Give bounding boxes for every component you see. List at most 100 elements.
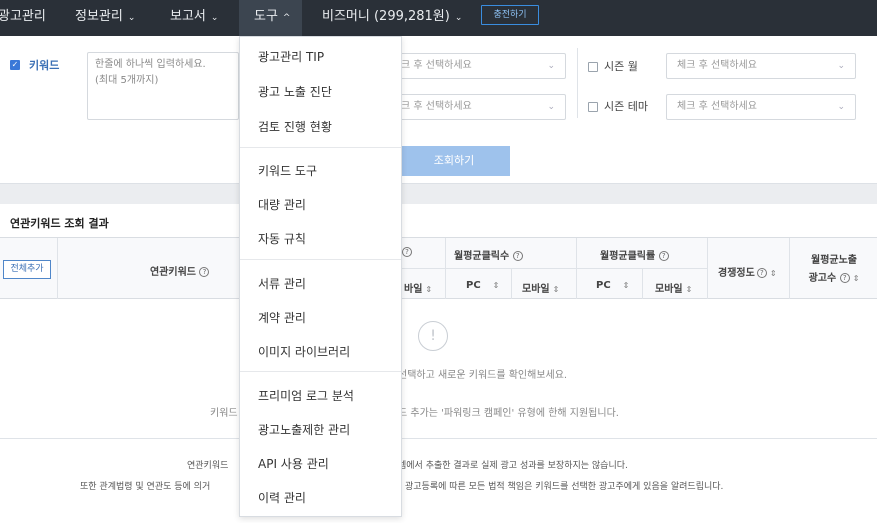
menu-item-review-status[interactable]: 검토 진행 현황	[258, 118, 332, 135]
header-ctr-mobile[interactable]: 모바일 ⇕	[655, 280, 692, 295]
nav-label: 도구	[254, 9, 278, 24]
header-label: PC	[596, 280, 611, 291]
footer-line1-right: 템에서 추출한 결과로 실제 광고 성과를 보장하지는 않습니다.	[398, 461, 628, 471]
header-competition[interactable]: 경쟁정도? ⇕	[718, 264, 777, 279]
help-icon[interactable]: ?	[756, 268, 767, 278]
business-select[interactable]: 크 후 선택하세요 ⌄	[390, 94, 566, 120]
help-icon[interactable]: ?	[512, 251, 523, 261]
menu-item-auto-rules[interactable]: 자동 규칙	[258, 230, 306, 247]
top-nav: 광고관리 정보관리 ⌄ 보고서 ⌄ 도구 ^ 비즈머니 (299,281원) ⌄ 충전하…	[0, 0, 877, 36]
nav-reports[interactable]: 보고서 ⌄	[170, 0, 218, 36]
header-label: 경쟁정도	[718, 268, 755, 279]
divider	[642, 268, 643, 299]
menu-divider	[240, 371, 401, 372]
footer-line2-left: 또한 관계법령 및 연관도 등에 의거	[80, 482, 211, 492]
header-label: 월평균클릭률	[600, 251, 656, 262]
nav-label: 정보관리	[75, 9, 123, 24]
menu-item-contract-management[interactable]: 계약 관리	[258, 309, 306, 326]
nav-label: 비즈머니 (299,281원)	[322, 9, 450, 24]
footer-line1-left: 연관키워드	[187, 461, 229, 471]
header-label: 광고수	[808, 273, 837, 284]
select-value: 크 후 선택하세요	[401, 101, 472, 112]
menu-item-document-management[interactable]: 서류 관리	[258, 275, 306, 292]
header-label: 월평균클릭수	[454, 251, 510, 262]
header-ctr-pc[interactable]: PC ⇕	[596, 280, 629, 291]
help-icon[interactable]: ?	[199, 267, 210, 277]
divider	[707, 238, 708, 299]
textarea-placeholder: 한줄에 하나씩 입력하세요.	[95, 59, 206, 70]
sort-icon: ⇕	[852, 274, 860, 283]
menu-item-exposure-restriction[interactable]: 광고노출제한 관리	[258, 421, 350, 438]
header-keyword: 연관키워드 ?	[150, 263, 210, 278]
header-label: 연관키워드	[150, 267, 196, 278]
header-label: 모바일	[522, 284, 550, 295]
menu-item-bulk-management[interactable]: 대량 관리	[258, 196, 306, 213]
season-theme-checkbox[interactable]	[588, 102, 598, 112]
header-clicks: 월평균클릭수 ?	[454, 247, 523, 262]
header-label: 모바일	[655, 284, 683, 295]
keyword-label: 키워드	[29, 59, 60, 72]
help-icon[interactable]: ?	[658, 251, 669, 261]
chevron-down-icon: ⌄	[454, 13, 463, 23]
empty-message: 선택하고 새로운 키워드를 확인해보세요.	[398, 370, 568, 381]
results-table-header: 연관키워드 ? ? 바일 ⇕ 월평균클릭수 ? PC ⇕ 모바일 ⇕ 월평균클릭률 ?…	[0, 237, 877, 299]
header-clicks-pc[interactable]: PC ⇕	[466, 280, 499, 291]
divider	[511, 268, 512, 299]
sort-icon: ⇕	[492, 281, 500, 290]
info-icon: !	[418, 321, 448, 351]
search-button[interactable]: 조회하기	[398, 146, 510, 176]
menu-divider	[240, 147, 401, 148]
nav-label: 광고관리	[0, 9, 46, 24]
chevron-down-icon: ⌄	[837, 102, 845, 112]
header-label: 월평균노출	[811, 255, 857, 266]
help-icon[interactable]: ?	[839, 273, 850, 283]
menu-item-premium-log-analysis[interactable]: 프리미엄 로그 분석	[258, 387, 354, 404]
menu-item-history-management[interactable]: 이력 관리	[258, 489, 306, 506]
keyword-textarea[interactable]: 한줄에 하나씩 입력하세요. (최대 5개까지)	[87, 52, 239, 120]
section-gap	[0, 185, 877, 203]
season-month-select[interactable]: 체크 후 선택하세요 ⌄	[666, 53, 856, 79]
menu-item-api-management[interactable]: API 사용 관리	[258, 455, 329, 472]
add-all-button[interactable]: 전체추가	[3, 260, 51, 279]
header-ctr: 월평균클릭률 ?	[600, 247, 669, 262]
empty-note-left: 키워드	[210, 408, 238, 419]
results-title: 연관키워드 조회 결과	[10, 217, 109, 230]
help-icon[interactable]: ?	[402, 247, 412, 257]
chevron-down-icon: ⌄	[127, 13, 136, 23]
website-select[interactable]: 크 후 선택하세요 ⌄	[390, 53, 566, 79]
select-value: 크 후 선택하세요	[401, 60, 472, 71]
nav-ad-management[interactable]: 광고관리	[0, 0, 50, 36]
season-month-label: 시즌 월	[604, 60, 638, 73]
results-section: 연관키워드 조회 결과 연관키워드 ? ? 바일 ⇕ 월평균클릭수 ? PC ⇕ 모…	[0, 204, 877, 438]
menu-item-ad-tip[interactable]: 광고관리 TIP	[258, 48, 324, 65]
season-month-checkbox[interactable]	[588, 62, 598, 72]
chevron-down-icon: ⌄	[547, 102, 555, 112]
header-ad-count[interactable]: 월평균노출 광고수 ? ⇕	[795, 252, 873, 288]
chevron-down-icon: ⌄	[210, 13, 219, 23]
menu-item-keyword-tool[interactable]: 키워드 도구	[258, 162, 317, 179]
divider	[402, 268, 707, 269]
keyword-checkbox[interactable]: ✓	[10, 60, 20, 70]
season-theme-select[interactable]: 체크 후 선택하세요 ⌄	[666, 94, 856, 120]
charge-button[interactable]: 충전하기	[481, 5, 539, 25]
sort-icon: ⇕	[769, 269, 777, 278]
nav-label: 보고서	[170, 9, 206, 24]
menu-item-image-library[interactable]: 이미지 라이브러리	[258, 343, 350, 360]
header-clicks-mobile[interactable]: 모바일 ⇕	[522, 280, 559, 295]
sort-icon: ⇕	[425, 285, 433, 294]
empty-note-right: 드 추가는 '파워링크 캠페인' 유형에 한해 지원됩니다.	[398, 408, 619, 419]
divider	[57, 238, 58, 299]
divider	[789, 238, 790, 299]
header-mobile-partial[interactable]: 바일 ⇕	[404, 280, 432, 295]
menu-item-exposure-diagnosis[interactable]: 광고 노출 진단	[258, 83, 332, 100]
divider	[577, 48, 578, 118]
footer-notice: 연관키워드 템에서 추출한 결과로 실제 광고 성과를 보장하지는 않습니다. …	[0, 438, 877, 523]
chevron-up-icon: ^	[282, 13, 291, 23]
nav-tools[interactable]: 도구 ^	[239, 0, 302, 36]
header-partial-help: ?	[402, 247, 412, 258]
nav-info-management[interactable]: 정보관리 ⌄	[75, 0, 135, 36]
sort-icon: ⇕	[685, 285, 693, 294]
nav-bizmoney[interactable]: 비즈머니 (299,281원) ⌄	[322, 0, 462, 36]
chevron-down-icon: ⌄	[547, 61, 555, 71]
footer-line2-right: 광고등록에 따른 모든 법적 책임은 키워드를 선택한 광고주에게 있음을 알려…	[405, 482, 724, 492]
